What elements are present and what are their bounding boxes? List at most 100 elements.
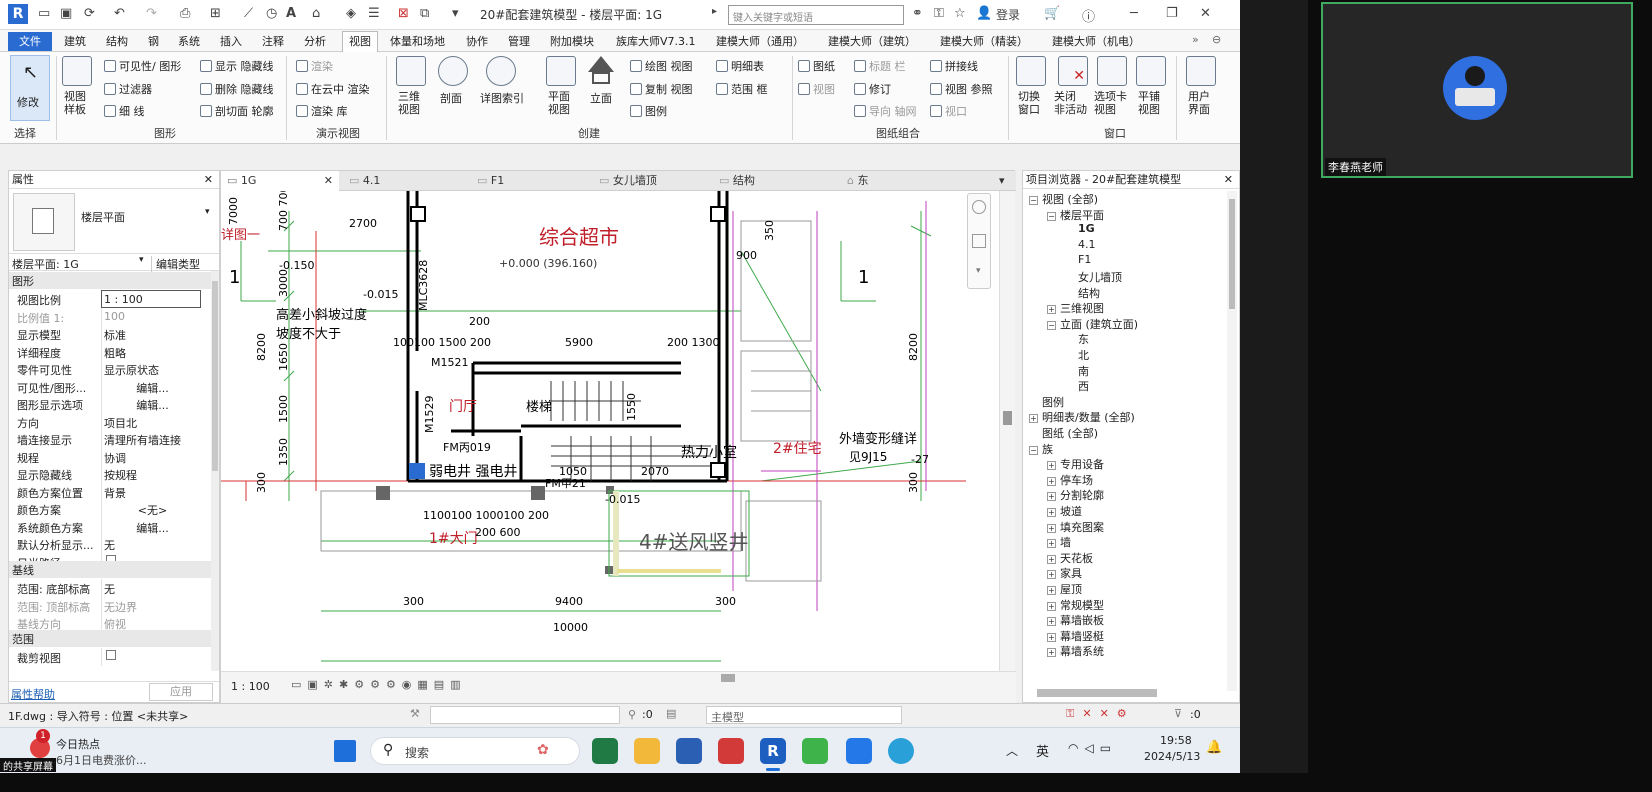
text-icon[interactable]: A [286,6,296,21]
expand-icon[interactable]: + [1047,554,1056,564]
switch-windows-icon[interactable]: ⧉ [420,6,429,21]
tree-node[interactable]: 东 [1065,331,1089,347]
expand-icon[interactable]: + [1047,476,1056,486]
expand-icon[interactable]: + [1047,632,1056,642]
tree-node[interactable]: + 三维视图 [1047,300,1104,316]
tree-node[interactable]: 1G [1065,222,1095,235]
tray-overflow-icon[interactable]: ︿ [1006,742,1018,759]
section-graphics[interactable]: 图形 [9,272,211,289]
tree-node[interactable]: 4.1 [1065,238,1096,251]
properties-scroll-thumb[interactable] [212,281,218,471]
scope-box-button[interactable]: 范围 框 [716,81,768,97]
tree-node[interactable]: + 幕墙系统 [1047,643,1104,659]
property-value[interactable]: <无> [101,500,201,518]
tree-node[interactable]: + 停车场 [1047,472,1093,488]
expand-icon[interactable]: + [1029,414,1038,424]
revit-taskbar-icon[interactable]: R [760,738,786,764]
property-value[interactable]: 无 [101,535,201,553]
property-value[interactable]: 编辑... [101,377,201,396]
browser-hscroll-thumb[interactable] [1037,689,1157,697]
tab-structure[interactable]: 结构 [106,33,128,49]
tab-modeling-interior[interactable]: 建模大师（精装） [940,33,1028,49]
revit-logo-icon[interactable]: R [8,4,28,24]
tab-annotate[interactable]: 注释 [262,33,284,49]
section-underlay[interactable]: 基线 [9,561,211,578]
3d-house-icon[interactable] [396,56,426,86]
tab-family-library[interactable]: 族库大师V7.3.1 [616,33,696,49]
view-templates-icon[interactable] [62,56,92,86]
edit-type-button[interactable]: 编辑类型 [151,256,200,272]
acrobat-icon[interactable] [718,738,744,764]
open-icon[interactable]: ▭ [38,6,50,21]
tab-systems[interactable]: 系统 [178,33,200,49]
property-value[interactable]: 按规程 [101,465,201,483]
tree-node[interactable]: 图例 [1029,394,1064,410]
model-dropdown[interactable]: 主模型 [706,706,902,724]
save-icon[interactable]: ▣ [60,6,72,21]
expand-icon[interactable]: + [1047,461,1056,471]
taskbar-search-box[interactable]: ⚲ 搜索 ✿ [370,737,580,765]
tile-views-icon[interactable] [1136,56,1166,86]
property-value[interactable]: 背景 [101,482,201,501]
tab-view[interactable]: 视图 [342,31,378,52]
view-tab-4-1[interactable]: ▭ 4.1 [343,171,380,191]
filters-button[interactable]: 过滤器 [104,81,152,97]
tree-node[interactable]: 图纸 (全部) [1029,425,1098,441]
steering-wheel-icon[interactable] [972,200,986,214]
cut-profile-button[interactable]: 剖切面 轮廓 [200,103,274,119]
properties-scrollbar[interactable] [211,271,219,671]
property-value[interactable]: 编辑... [101,517,201,536]
selected-element-marker[interactable] [409,463,425,479]
tree-node[interactable]: + 坡道 [1047,503,1082,519]
word-icon[interactable] [676,738,702,764]
sync-icon[interactable]: ⟳ [84,6,95,21]
tab-list-dropdown-icon[interactable]: ▾ [999,171,1005,191]
tree-node[interactable]: F1 [1065,253,1091,266]
measure-icon[interactable]: ⊞ [210,6,221,21]
participant-video-tile[interactable]: 李春燕老师 [1321,2,1633,178]
close-properties-icon[interactable]: ✕ [204,171,213,189]
tree-node[interactable]: − 族 [1029,441,1053,457]
expand-icon[interactable]: + [1047,617,1056,627]
tab-views-icon[interactable] [1097,56,1127,86]
wechat-icon[interactable] [802,738,828,764]
print-icon[interactable]: ⎙ [180,6,190,21]
filter-icon[interactable]: ⊽ [1174,707,1182,720]
properties-help-link[interactable]: 属性帮助 [11,686,55,702]
collapse-icon[interactable]: − [1047,320,1056,330]
tab-steel[interactable]: 钢 [148,33,159,49]
tree-node[interactable]: 西 [1065,378,1089,394]
apply-button[interactable]: 应用 [149,683,213,701]
elevation-button[interactable]: 立面 [590,90,612,106]
duplicate-view-button[interactable]: 复制 视图 [630,81,693,97]
star-icon[interactable]: ☆ [954,6,966,21]
plan-view-icon[interactable] [546,56,576,86]
tree-node[interactable]: + 家具 [1047,565,1082,581]
horizontal-scroll-thumb[interactable] [721,674,735,682]
canvas-vertical-scrollbar[interactable] [999,191,1015,671]
view-tab-structure[interactable]: ▭ 结构 [713,171,755,191]
tree-node[interactable]: 南 [1065,363,1089,379]
tree-node[interactable]: 北 [1065,347,1089,363]
legends-button[interactable]: 图例 [630,103,667,119]
tree-node[interactable]: 结构 [1065,285,1100,301]
view-templates-button[interactable]: 视图 样板 [64,90,86,116]
user-interface-button[interactable]: 用户 界面 [1188,90,1210,116]
property-value[interactable] [101,648,201,666]
tree-node[interactable]: − 视图 (全部) [1029,191,1098,207]
drafting-view-button[interactable]: 绘图 视图 [630,58,693,74]
collapse-icon[interactable]: − [1029,445,1038,455]
help-search-input[interactable]: 键入关键字或短语 [728,5,904,25]
type-dropdown-icon[interactable]: ▾ [205,207,210,217]
meeting-app-icon[interactable] [846,738,872,764]
view-control-icons[interactable]: ▭▣✲✱⚙⚙⚙◉▦▤▥ [291,678,467,691]
switch-windows-button[interactable]: 切换 窗口 [1018,90,1040,116]
file-explorer-icon[interactable] [634,738,660,764]
visibility-graphics-button[interactable]: 可见性/ 图形 [104,58,181,74]
modify-button[interactable]: ↖ 修改 [10,55,50,121]
section-button[interactable]: 剖面 [440,90,462,106]
subscription-icon[interactable]: ⚿ [934,6,944,21]
design-option-icon[interactable]: ⚲ [628,708,636,721]
selector-dropdown-icon[interactable]: ▾ [139,255,144,265]
excel-icon[interactable] [592,738,618,764]
